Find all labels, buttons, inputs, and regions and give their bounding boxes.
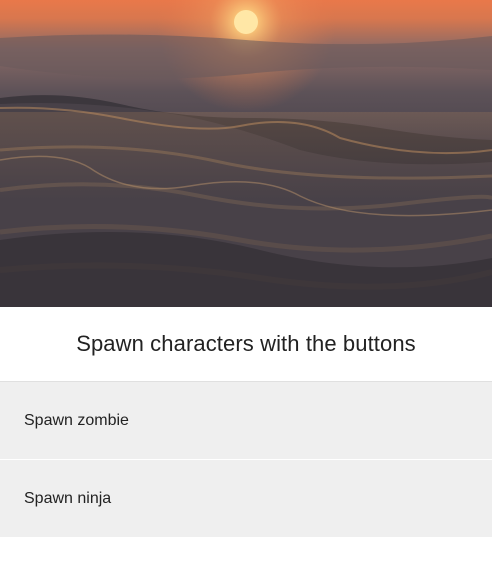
hero-image (0, 0, 492, 307)
spawn-zombie-button[interactable]: Spawn zombie (0, 381, 492, 459)
instruction-text: Spawn characters with the buttons (76, 331, 416, 356)
page: Spawn characters with the buttons Spawn … (0, 0, 492, 568)
spawn-ninja-button[interactable]: Spawn ninja (0, 459, 492, 537)
